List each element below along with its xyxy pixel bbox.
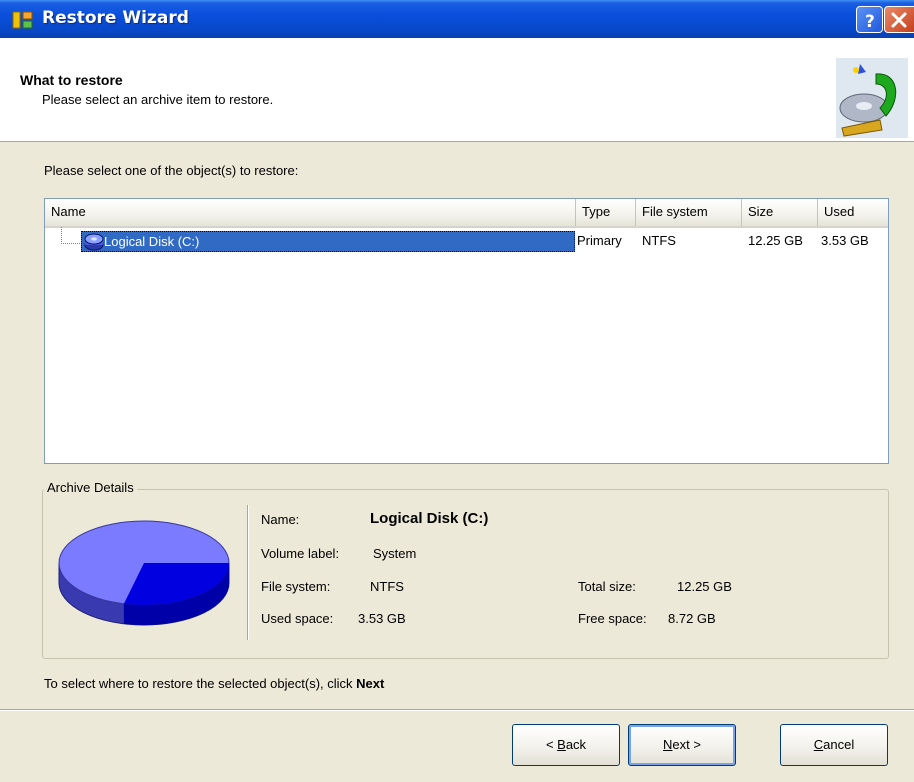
next-button-mnemonic: N — [663, 737, 673, 752]
disk-icon — [84, 233, 104, 251]
column-header-size[interactable]: Size — [742, 199, 818, 226]
page-subtitle: Please select an archive item to restore… — [42, 92, 274, 107]
instruction-text: Please select one of the object(s) to re… — [44, 163, 299, 178]
disk-usage-pie-chart — [58, 520, 230, 626]
footer-instruction-next: Next — [356, 676, 385, 691]
cancel-button-mnemonic: C — [813, 737, 824, 752]
cancel-button[interactable]: Cancel — [780, 724, 888, 766]
table-row[interactable]: Logical Disk (C:) Primary NTFS 12.25 GB … — [45, 227, 888, 253]
footer-instruction-text: To select where to restore the selected … — [44, 676, 357, 691]
volume-label-label: Volume label: — [261, 546, 340, 561]
row-used: 3.53 GB — [821, 233, 869, 248]
row-type: Primary — [577, 233, 622, 248]
svg-text:?: ? — [865, 12, 875, 32]
help-icon: ? — [865, 12, 875, 32]
row-name: Logical Disk (C:) — [104, 234, 200, 249]
list-header: Name Type File system Size Used — [45, 199, 888, 228]
restore-objects-list[interactable]: Name Type File system Size Used Logical … — [44, 198, 889, 464]
back-button-mnemonic: B — [557, 737, 566, 752]
page-title: What to restore — [20, 72, 123, 88]
close-button[interactable] — [884, 6, 914, 33]
footer-separator — [0, 709, 914, 711]
window-title: Restore Wizard — [42, 8, 189, 28]
back-button-prefix: < — [545, 737, 558, 752]
name-value: Logical Disk (C:) — [370, 510, 489, 527]
file-system-label: File system: — [261, 579, 331, 594]
footer-instruction: To select where to restore the selected … — [44, 676, 384, 691]
help-button[interactable]: ? — [856, 6, 883, 33]
volume-label-value: System — [373, 546, 417, 561]
title-bar[interactable]: Restore Wizard ? — [0, 0, 914, 38]
row-file-system: NTFS — [642, 233, 676, 248]
next-button-rest: ext > — [672, 737, 701, 752]
cancel-button-rest: ancel — [823, 737, 855, 752]
total-size-value: 12.25 GB — [677, 579, 732, 594]
back-button[interactable]: < Back — [512, 724, 620, 766]
row-name-cell[interactable]: Logical Disk (C:) — [81, 231, 575, 252]
back-button-rest: ack — [565, 737, 587, 752]
total-size-label: Total size: — [578, 579, 636, 594]
column-header-type[interactable]: Type — [576, 199, 636, 226]
used-space-value: 3.53 GB — [358, 611, 406, 626]
wizard-app-icon — [12, 11, 33, 29]
used-space-label: Used space: — [261, 611, 334, 626]
name-label: Name: — [261, 512, 300, 527]
column-header-used[interactable]: Used — [818, 199, 888, 226]
file-system-value: NTFS — [370, 579, 404, 594]
free-space-value: 8.72 GB — [668, 611, 716, 626]
restore-wizard-window: Restore Wizard ? What to restore Please … — [0, 0, 914, 782]
close-icon — [891, 12, 907, 28]
restore-wizard-icon — [836, 58, 908, 138]
details-divider — [247, 505, 249, 640]
free-space-label: Free space: — [578, 611, 647, 626]
column-header-file-system[interactable]: File system — [636, 199, 742, 226]
archive-details-legend: Archive Details — [44, 480, 137, 495]
wizard-header — [0, 38, 914, 142]
column-header-name[interactable]: Name — [45, 199, 576, 226]
row-size: 12.25 GB — [748, 233, 803, 248]
next-button[interactable]: Next > — [628, 724, 736, 766]
